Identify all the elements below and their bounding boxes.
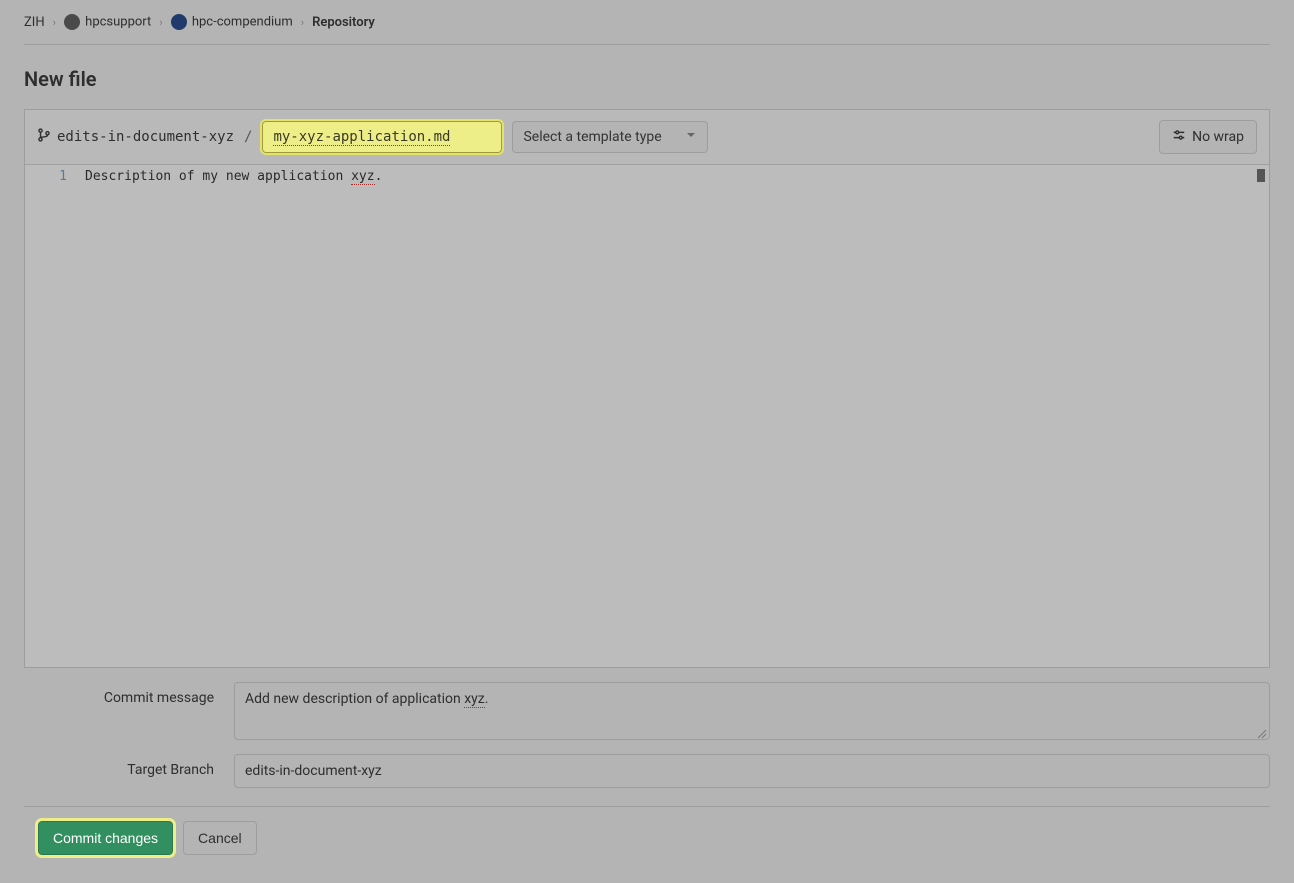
code-spellcheck-word: xyz	[351, 169, 374, 185]
breadcrumb-label: hpcsupport	[85, 14, 151, 29]
chevron-right-icon: ›	[53, 16, 56, 29]
cancel-button[interactable]: Cancel	[183, 821, 257, 855]
avatar	[64, 14, 80, 30]
resize-handle-icon[interactable]	[1257, 727, 1267, 737]
commit-message-text-underlined: xyz	[464, 691, 485, 708]
branch-name-text: edits-in-document-xyz	[57, 129, 234, 145]
breadcrumb-item-hpcsupport[interactable]: hpcsupport	[64, 14, 151, 30]
breadcrumb-item-repository[interactable]: Repository	[312, 15, 375, 30]
code-editor[interactable]: 1 Description of my new application xyz.	[25, 165, 1269, 667]
breadcrumb-item-zih[interactable]: ZIH	[24, 15, 45, 30]
chevron-down-icon	[685, 129, 697, 145]
branch-icon	[37, 128, 51, 146]
line-number-gutter: 1	[25, 165, 85, 667]
target-branch-label: Target Branch	[24, 754, 214, 778]
commit-message-text-prefix: Add new description of application	[245, 691, 464, 707]
filename-input[interactable]: my-xyz-application.md	[262, 121, 502, 153]
sliders-icon	[1172, 128, 1186, 146]
path-separator: /	[244, 129, 252, 145]
template-select-label: Select a template type	[523, 129, 661, 145]
file-editor: edits-in-document-xyz / my-xyz-applicati…	[24, 109, 1270, 668]
wrap-toggle-label: No wrap	[1192, 129, 1244, 145]
chevron-right-icon: ›	[301, 16, 304, 29]
template-type-select[interactable]: Select a template type	[512, 121, 708, 153]
target-branch-input[interactable]	[234, 754, 1270, 788]
commit-message-text-suffix: .	[485, 691, 489, 707]
breadcrumb-label: hpc-compendium	[192, 14, 293, 29]
scrollbar-thumb[interactable]	[1257, 169, 1265, 182]
chevron-right-icon: ›	[159, 16, 162, 29]
branch-name-label: edits-in-document-xyz	[37, 128, 234, 146]
breadcrumb: ZIH › hpcsupport › hpc-compendium › Repo…	[24, 14, 1270, 45]
line-number: 1	[25, 169, 67, 184]
code-body[interactable]: Description of my new application xyz.	[85, 165, 1269, 667]
breadcrumb-item-hpc-compendium[interactable]: hpc-compendium	[171, 14, 293, 30]
action-bar: Commit changes Cancel	[24, 821, 1270, 855]
filename-value: my-xyz-application.md	[273, 129, 450, 146]
commit-changes-button[interactable]: Commit changes	[38, 821, 173, 855]
commit-form: Commit message Add new description of ap…	[24, 682, 1270, 788]
editor-toolbar: edits-in-document-xyz / my-xyz-applicati…	[25, 110, 1269, 165]
page-title: New file	[24, 67, 1270, 91]
commit-message-textarea[interactable]: Add new description of application xyz.	[234, 682, 1270, 740]
divider	[24, 806, 1270, 807]
commit-message-label: Commit message	[24, 682, 214, 706]
avatar	[171, 14, 187, 30]
wrap-toggle-button[interactable]: No wrap	[1159, 120, 1257, 154]
